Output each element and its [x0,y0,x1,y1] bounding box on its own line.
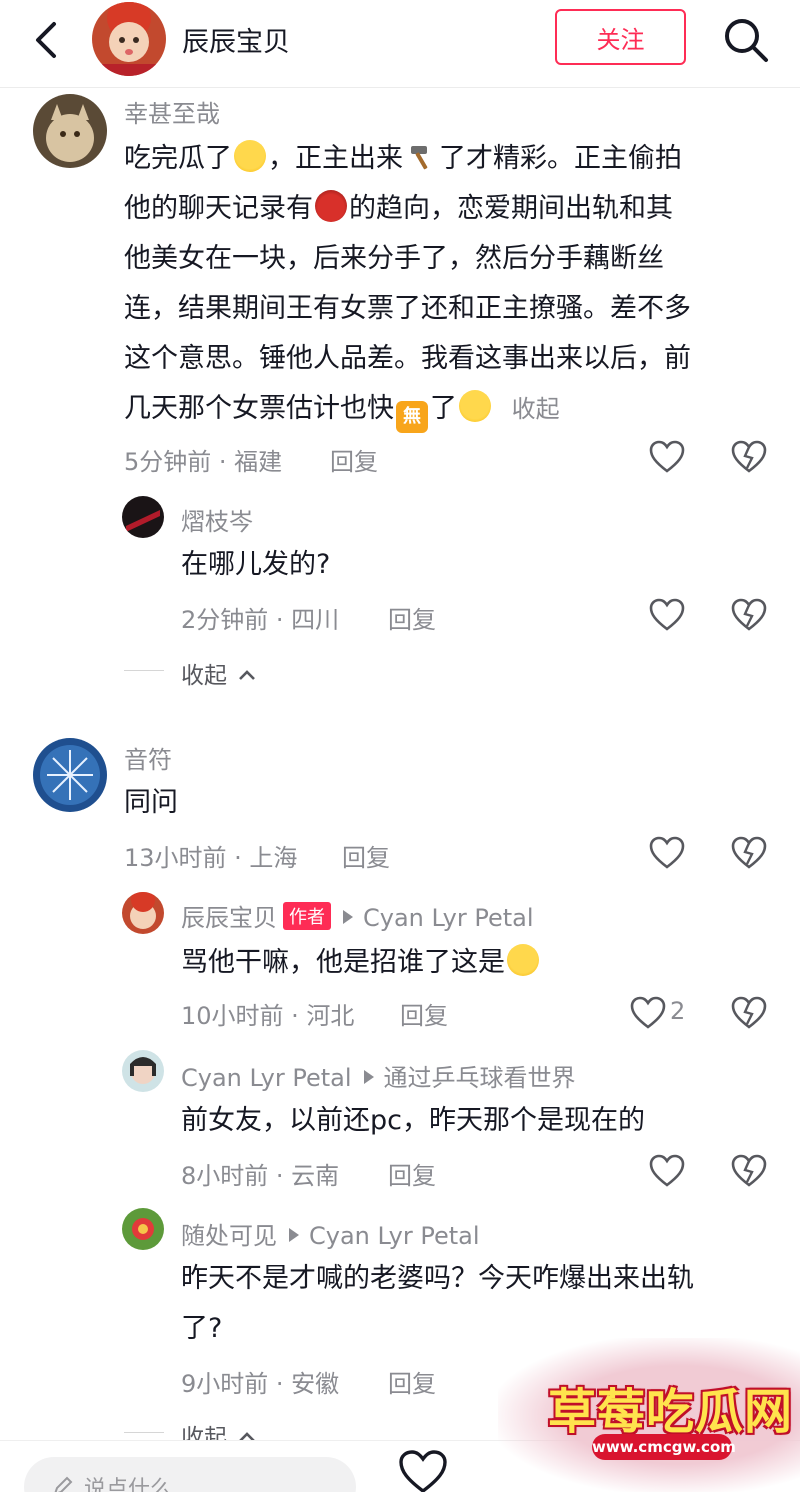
dislike-heart-icon[interactable] [731,1154,767,1188]
comment-username: 辰辰宝贝 作者 Cyan Lyr Petal [181,902,534,932]
comment-input[interactable]: 说点什么... [24,1457,356,1492]
dislike-heart-icon[interactable] [731,836,767,870]
avatar[interactable] [122,1208,164,1250]
comment-input-placeholder: 说点什么... [84,1477,193,1492]
wu-badge-emoji-icon: 無 [396,401,428,433]
reply-button[interactable]: 回复 [330,442,378,477]
reply-button[interactable]: 回复 [388,600,436,635]
heart-icon[interactable] [649,1154,685,1188]
watermark-title: 草莓吃瓜网 [548,1384,794,1440]
comment-text: 在哪儿发的? [181,549,331,580]
reply-arrow-icon [363,1070,374,1084]
comment-meta: 13小时前 · 上海 [124,844,298,872]
collapse-divider [124,670,164,671]
search-icon[interactable] [722,16,770,64]
like-count: 2 [670,997,686,1025]
dislike-heart-icon[interactable] [731,996,767,1030]
author-badge: 作者 [283,902,331,930]
comment-text: 这个意思。锤他人品差。我看这事出来以后，前 [124,343,691,374]
watermark-url: www.cmcgw.com [592,1434,736,1460]
laughing-tears-emoji-icon [234,140,266,172]
back-arrow-icon[interactable] [26,18,70,62]
comment-text: 连，结果期间王有女票了还和正主撩骚。差不多 [124,293,691,324]
reply-button[interactable]: 回复 [342,838,390,873]
avatar[interactable] [33,94,107,168]
avatar[interactable] [122,892,164,934]
chevron-up-icon [239,670,256,680]
comment-text: 骂他干嘛，他是招谁了这是 [181,938,541,988]
ladybug-emoji-icon [315,190,347,222]
dislike-heart-icon[interactable] [731,598,767,632]
heart-icon[interactable] [649,598,685,632]
header-avatar[interactable] [92,2,166,76]
comment-text: 吃完瓜了 ，正主出来 了才精彩。正主偷拍 [124,134,682,184]
comment-text: 几天那个女票估计也快無了 收起 [124,384,560,434]
follow-button[interactable]: 关注 [555,9,686,65]
comment-text: 了? [181,1313,223,1344]
avatar[interactable] [122,496,164,538]
collapse-inline-link[interactable]: 收起 [512,395,560,423]
comment-meta: 5分钟前 · 福建 [124,448,283,476]
heart-icon[interactable] [649,440,685,474]
crying-emoji-icon [459,390,491,422]
reply-arrow-icon [289,1228,299,1242]
collapse-replies-button[interactable]: 收起 [181,656,256,690]
dislike-heart-icon[interactable] [731,440,767,474]
comment-meta: 8小时前 · 云南 [181,1162,340,1190]
collapse-divider [124,1432,164,1433]
header-username[interactable]: 辰辰宝贝 [182,20,290,59]
comment-text: 他的聊天记录有 的趋向，恋爱期间出轨和其 [124,184,673,234]
comment-username[interactable]: 音符 [124,740,172,775]
avatar[interactable] [122,1050,164,1092]
smirk-emoji-icon [507,944,539,976]
heart-icon[interactable] [630,996,666,1030]
comment-text: 他美女在一块，后来分手了，然后分手藕断丝 [124,243,664,274]
hammer-emoji-icon [411,146,428,170]
comment-text: 昨天不是才喊的老婆吗？今天咋爆出来出轨 [181,1263,694,1294]
reply-button[interactable]: 回复 [400,996,448,1031]
comment-meta: 10小时前 · 河北 [181,1002,355,1030]
reply-button[interactable]: 回复 [388,1156,436,1191]
reply-arrow-icon [343,910,353,924]
heart-icon[interactable] [649,836,685,870]
top-bar: 辰辰宝贝 关注 [0,0,800,88]
avatar[interactable] [33,738,107,812]
comment-text: 同问 [124,787,178,818]
comment-username: 随处可见 Cyan Lyr Petal [181,1222,480,1250]
comment-username[interactable]: 熠枝岑 [181,502,253,537]
comment-username[interactable]: 幸甚至哉 [124,94,220,129]
comment-meta: 2分钟前 · 四川 [181,606,340,634]
comment-username: Cyan Lyr Petal 通过乒乓球看世界 [181,1064,576,1092]
heart-icon[interactable] [398,1449,448,1492]
reply-button[interactable]: 回复 [388,1364,436,1399]
pencil-icon [54,1476,73,1492]
comment-meta: 9小时前 · 安徽 [181,1370,340,1398]
comment-text: 前女友，以前还pc，昨天那个是现在的 [181,1105,645,1136]
